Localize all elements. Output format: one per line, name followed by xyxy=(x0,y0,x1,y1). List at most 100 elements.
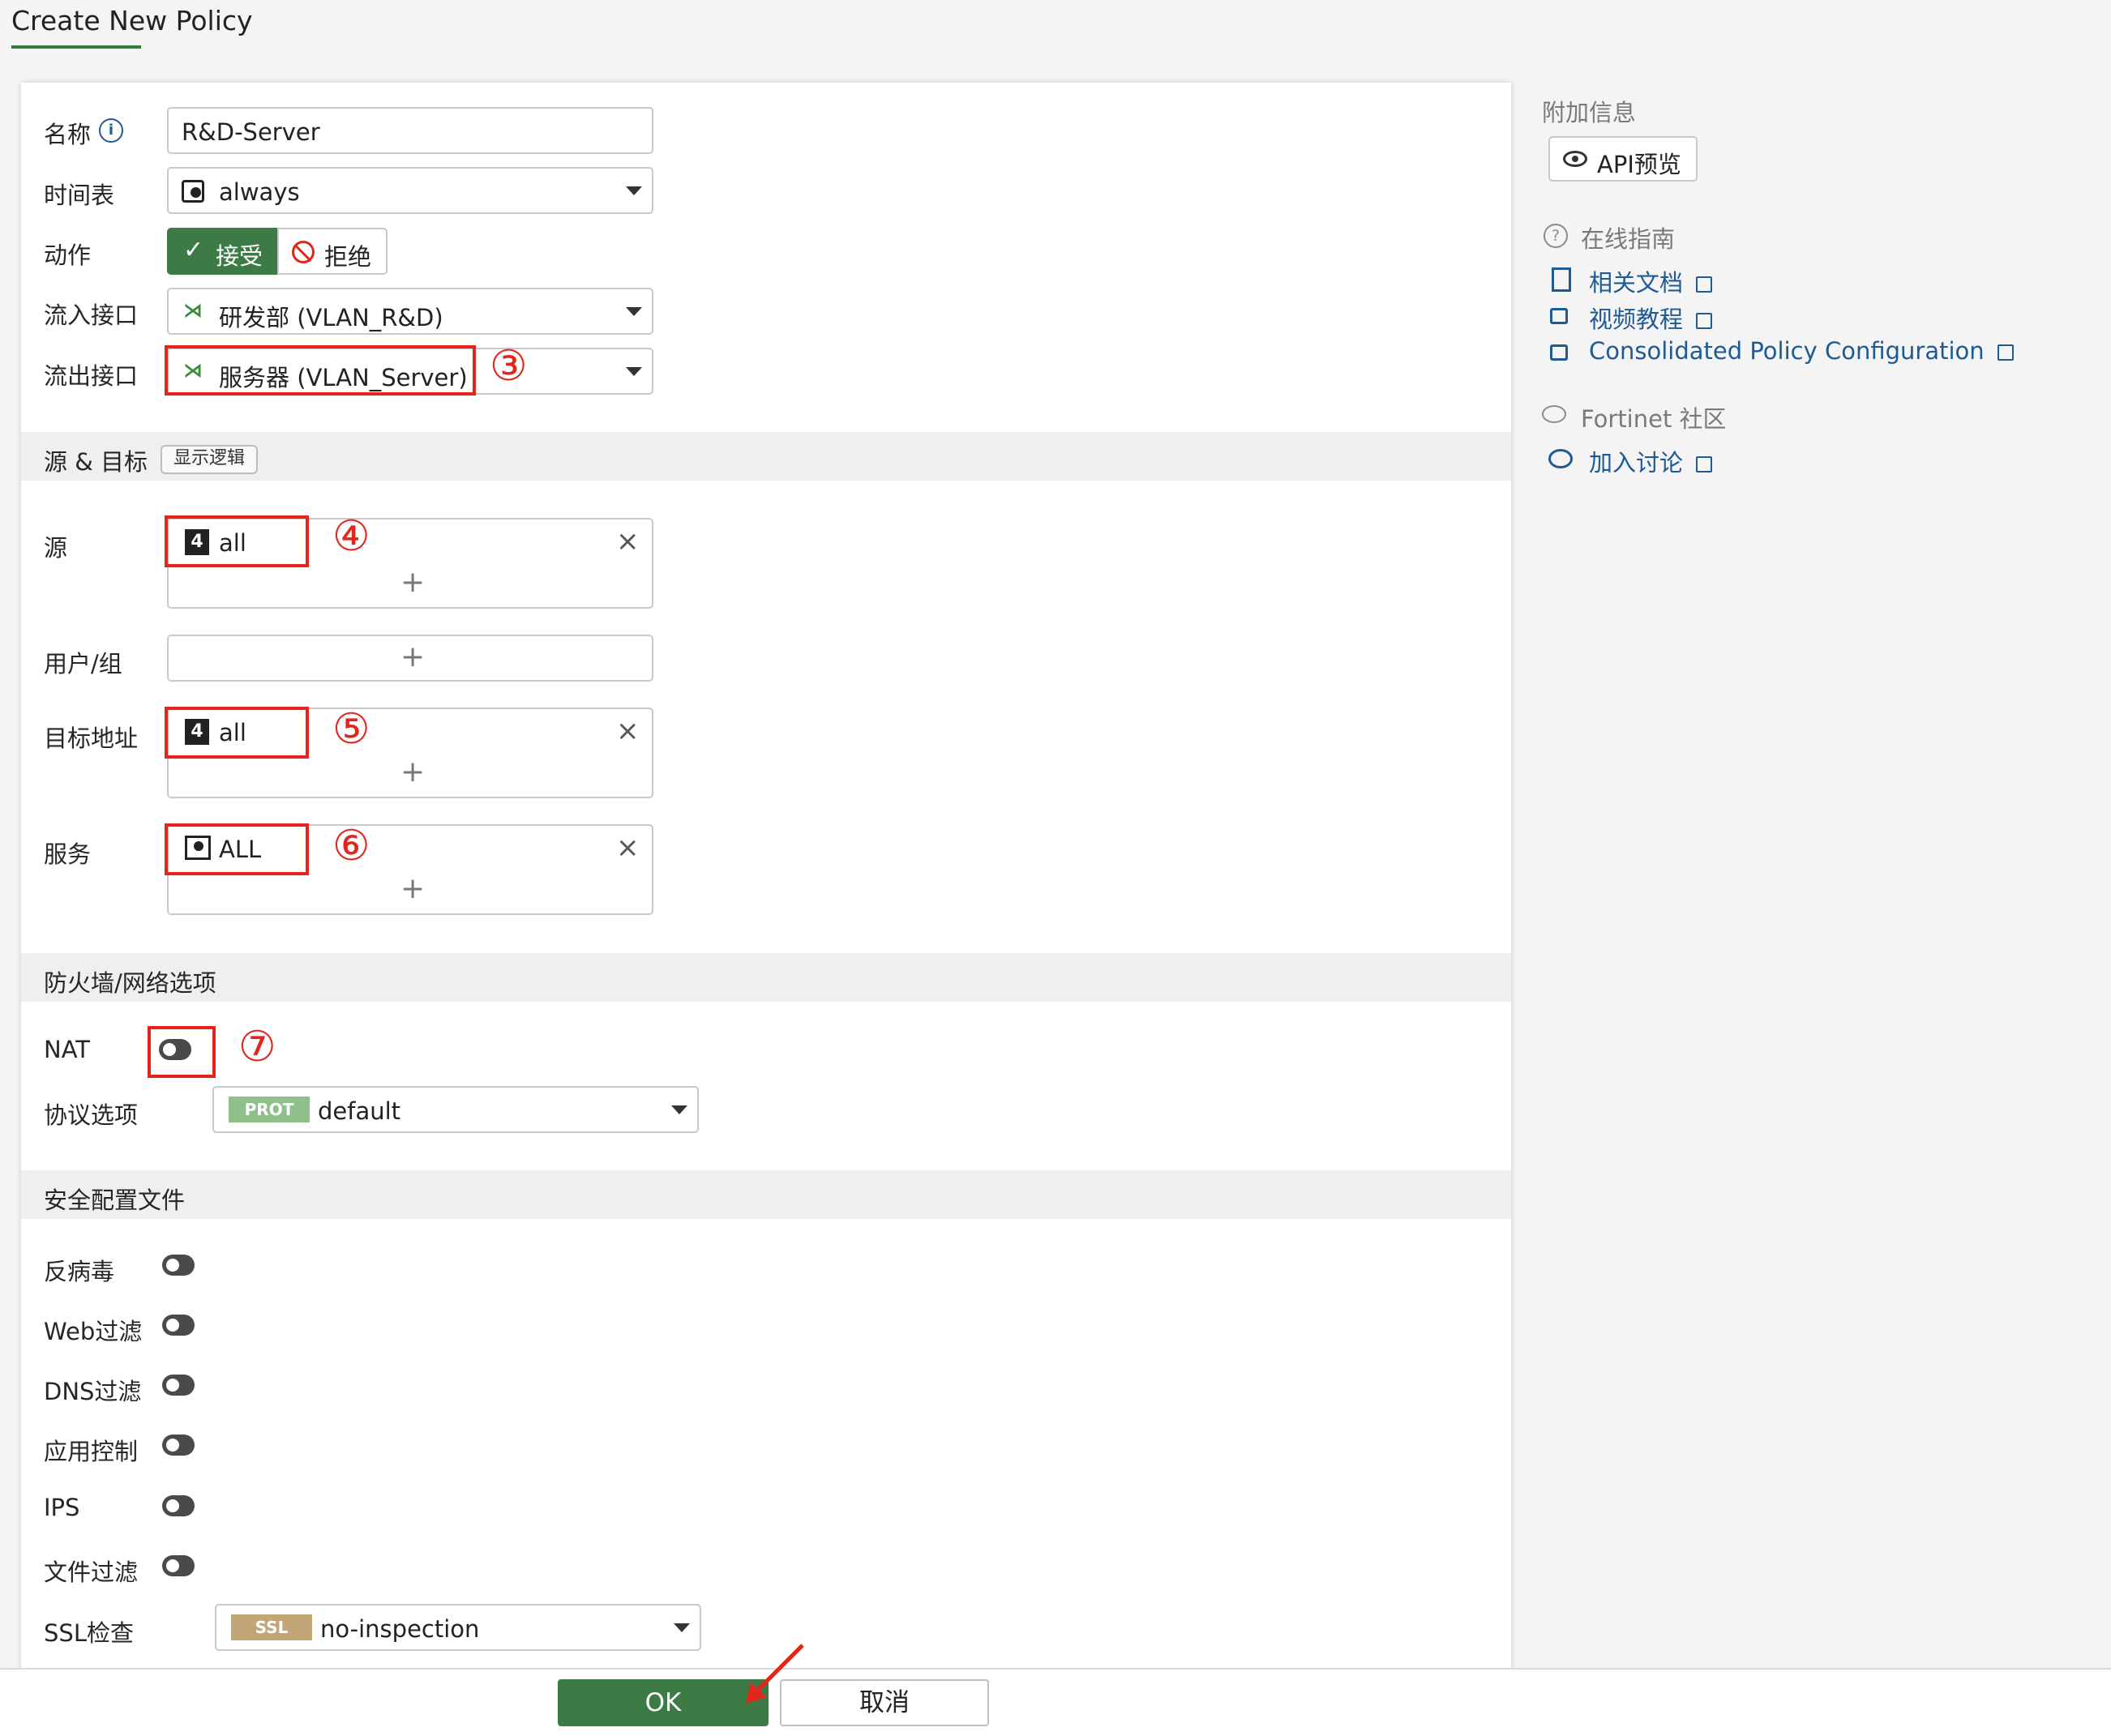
remove-icon[interactable]: × xyxy=(616,834,640,862)
ips-label: IPS xyxy=(44,1494,80,1521)
annotation-marker-7: ⑦ xyxy=(238,1023,276,1071)
annotation-marker-5: ⑤ xyxy=(332,705,370,754)
external-link-icon xyxy=(1696,313,1713,329)
annotation-marker-4: ④ xyxy=(332,512,370,561)
consolidated-policy-link[interactable]: Consolidated Policy Configuration xyxy=(1589,337,2014,365)
antivirus-toggle[interactable] xyxy=(162,1255,195,1276)
user-group-label: 用户/组 xyxy=(44,650,122,678)
chevron-down-icon xyxy=(626,307,642,316)
service-label: 服务 xyxy=(44,840,92,868)
security-profiles-title: 安全配置文件 xyxy=(44,1187,186,1214)
file-filter-toggle[interactable] xyxy=(162,1555,195,1576)
annotation-highlight-destination xyxy=(165,707,309,759)
incoming-interface-select[interactable]: ⋊ 研发部 (VLAN_R&D) xyxy=(167,288,653,335)
tab-underline xyxy=(11,45,141,49)
annotation-arrow-icon xyxy=(746,1644,804,1704)
chevron-down-icon xyxy=(626,186,642,195)
external-link-icon xyxy=(1997,344,2014,361)
consolidated-policy-label: Consolidated Policy Configuration xyxy=(1589,337,1985,365)
related-docs-label: 相关文档 xyxy=(1589,269,1684,297)
chevron-down-icon xyxy=(674,1623,690,1632)
deny-button[interactable]: 拒绝 xyxy=(277,228,388,275)
check-icon: ✓ xyxy=(183,236,204,264)
eye-icon xyxy=(1563,151,1587,167)
schedule-icon xyxy=(182,180,204,203)
video-icon xyxy=(1550,308,1568,324)
firewall-options-section xyxy=(21,953,1511,1002)
related-docs-link[interactable]: 相关文档 xyxy=(1589,264,1713,298)
api-preview-label: API预览 xyxy=(1597,151,1681,178)
network-icon: ⋊ xyxy=(183,299,203,322)
extra-info-heading: 附加信息 xyxy=(1542,99,1637,126)
online-guide-heading: 在线指南 xyxy=(1581,225,1676,253)
firewall-options-title: 防火墙/网络选项 xyxy=(44,969,216,997)
show-logic-button[interactable]: 显示逻辑 xyxy=(161,445,259,474)
chevron-down-icon xyxy=(671,1105,687,1114)
dns-filter-label: DNS过滤 xyxy=(44,1378,142,1405)
action-label: 动作 xyxy=(44,242,92,269)
dns-filter-toggle[interactable] xyxy=(162,1375,195,1396)
nat-label: NAT xyxy=(44,1036,90,1063)
protocol-options-select[interactable]: PROT default xyxy=(212,1086,699,1133)
antivirus-label: 反病毒 xyxy=(44,1258,115,1285)
app-control-toggle[interactable] xyxy=(162,1435,195,1456)
schedule-select[interactable]: always xyxy=(167,167,653,214)
video-tutorial-link[interactable]: 视频教程 xyxy=(1589,301,1713,335)
schedule-value: always xyxy=(219,178,300,206)
annotation-highlight-service xyxy=(165,823,309,875)
add-icon[interactable]: + xyxy=(400,874,425,904)
accept-label: 接受 xyxy=(216,242,263,270)
protocol-value: default xyxy=(318,1097,401,1125)
ssl-inspection-select[interactable]: SSL no-inspection xyxy=(215,1604,701,1651)
add-icon[interactable]: + xyxy=(400,758,425,787)
comment-icon xyxy=(1548,449,1573,468)
remove-icon[interactable]: × xyxy=(616,528,640,555)
outgoing-interface-label: 流出接口 xyxy=(44,362,139,390)
add-icon[interactable]: + xyxy=(400,568,425,597)
security-profiles-section xyxy=(21,1170,1511,1219)
name-label: 名称 xyxy=(44,121,92,148)
name-input[interactable]: R&D-Server xyxy=(167,107,653,154)
annotation-highlight-nat xyxy=(148,1026,216,1078)
user-group-field[interactable]: + xyxy=(167,635,653,682)
chat-icon xyxy=(1542,405,1566,423)
api-preview-button[interactable]: API预览 xyxy=(1548,136,1698,182)
remove-icon[interactable]: × xyxy=(616,717,640,745)
file-filter-label: 文件过滤 xyxy=(44,1559,139,1586)
protocol-options-label: 协议选项 xyxy=(44,1101,139,1129)
add-icon[interactable]: + xyxy=(400,643,425,672)
chevron-down-icon xyxy=(626,367,642,376)
web-filter-label: Web过滤 xyxy=(44,1318,143,1345)
community-heading: Fortinet 社区 xyxy=(1581,405,1727,433)
deny-label: 拒绝 xyxy=(324,243,372,271)
incoming-interface-value: 研发部 (VLAN_R&D) xyxy=(219,304,443,331)
source-label: 源 xyxy=(44,534,68,562)
info-icon[interactable]: i xyxy=(99,118,123,143)
annotation-marker-6: ⑥ xyxy=(332,822,370,870)
protocol-tag: PROT xyxy=(229,1097,310,1122)
ssl-tag: SSL xyxy=(231,1614,312,1640)
external-link-icon xyxy=(1696,456,1713,472)
footer-bar xyxy=(0,1668,2111,1736)
web-filter-toggle[interactable] xyxy=(162,1315,195,1336)
video-icon xyxy=(1550,344,1568,361)
annotation-highlight-source xyxy=(165,515,309,567)
ips-toggle[interactable] xyxy=(162,1495,195,1516)
name-value: R&D-Server xyxy=(182,118,320,146)
source-destination-title: 源 & 目标 xyxy=(44,448,148,476)
destination-label: 目标地址 xyxy=(44,725,139,752)
ssl-value: no-inspection xyxy=(320,1615,480,1643)
incoming-interface-label: 流入接口 xyxy=(44,301,139,329)
accept-button[interactable]: ✓ 接受 xyxy=(167,228,277,275)
app-control-label: 应用控制 xyxy=(44,1438,139,1465)
join-discussion-link[interactable]: 加入讨论 xyxy=(1589,444,1713,478)
join-discussion-label: 加入讨论 xyxy=(1589,449,1684,477)
deny-icon xyxy=(292,241,315,263)
help-icon: ? xyxy=(1544,224,1568,248)
external-link-icon xyxy=(1696,276,1713,293)
ssl-inspection-label: SSL检查 xyxy=(44,1619,134,1647)
annotation-marker-3: ③ xyxy=(490,342,528,391)
video-tutorial-label: 视频教程 xyxy=(1589,306,1684,333)
document-icon xyxy=(1552,267,1571,292)
annotation-highlight-outgoing xyxy=(165,345,476,396)
